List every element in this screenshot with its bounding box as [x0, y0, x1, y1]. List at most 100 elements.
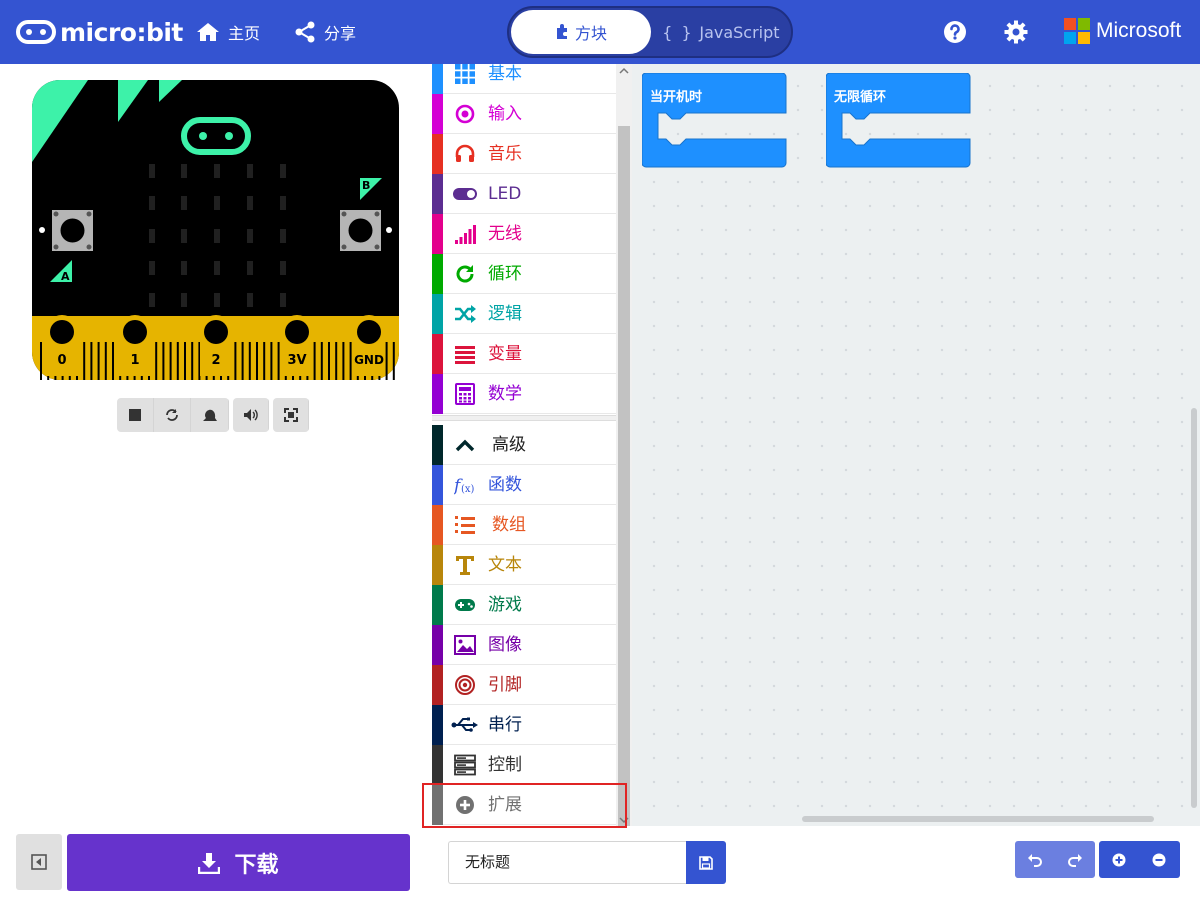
undo-button[interactable]: [1015, 841, 1055, 878]
category-loops[interactable]: 循环: [432, 254, 616, 294]
pin-label: 0: [57, 353, 66, 368]
category-label: 输入: [488, 104, 522, 124]
redo-icon: [1068, 853, 1082, 867]
category-text[interactable]: 文本: [432, 545, 616, 585]
puzzle-icon: [556, 24, 567, 39]
microsoft-brand[interactable]: Microsoft: [1064, 18, 1181, 44]
pin-1[interactable]: 1: [118, 315, 152, 376]
category-advanced[interactable]: 高级: [432, 425, 616, 465]
pin-gnd[interactable]: GND: [352, 315, 386, 376]
category-logic[interactable]: 逻辑: [432, 294, 616, 334]
category-label: 数组: [492, 515, 526, 535]
blocks-workspace[interactable]: 当开机时 无限循环: [632, 64, 1200, 826]
pin-label: 3V: [287, 353, 306, 368]
shuffle-icon: [455, 305, 476, 323]
button-a[interactable]: [52, 210, 93, 251]
blocks-mode-button[interactable]: 方块: [511, 10, 651, 54]
category-label: 逻辑: [488, 304, 522, 324]
led-1-1: [181, 196, 187, 210]
category-variables[interactable]: 变量: [432, 334, 616, 374]
category-extensions[interactable]: 扩展: [432, 785, 616, 825]
category-led[interactable]: LED: [432, 174, 616, 214]
speaker-icon: [243, 409, 258, 421]
category-label: 音乐: [488, 144, 522, 164]
brand-name: micro:bit: [60, 17, 183, 47]
brand-logo[interactable]: micro:bit: [16, 16, 183, 48]
undo-icon: [1028, 853, 1042, 867]
category-label: LED: [488, 184, 522, 204]
led-3-1: [181, 261, 187, 275]
javascript-mode-label: JavaScript: [699, 22, 780, 42]
category-functions[interactable]: f (x) 函数: [432, 465, 616, 505]
toolbox-scrollbar[interactable]: [616, 64, 632, 830]
save-button[interactable]: [686, 841, 726, 884]
pin-3v[interactable]: 3V: [280, 315, 314, 376]
usb-icon: [451, 717, 478, 732]
led-4-0: [149, 293, 155, 307]
stop-simulator-button[interactable]: [117, 398, 154, 432]
category-pins[interactable]: 引脚: [432, 665, 616, 705]
led-0-4: [280, 164, 286, 178]
category-control[interactable]: 控制: [432, 745, 616, 785]
on-start-block[interactable]: 当开机时: [642, 73, 788, 169]
workspace-vertical-scrollbar[interactable]: [1191, 408, 1197, 808]
headphones-icon: [455, 144, 475, 162]
share-button[interactable]: 分享: [294, 20, 356, 44]
slow-motion-button[interactable]: [191, 398, 229, 432]
led-1-2: [214, 196, 220, 210]
category-serial[interactable]: 串行: [432, 705, 616, 745]
forever-block[interactable]: 无限循环: [826, 73, 972, 169]
javascript-mode-button[interactable]: { } JavaScript: [653, 10, 789, 54]
led-1-4: [280, 196, 286, 210]
category-input[interactable]: 输入: [432, 94, 616, 134]
category-arrays[interactable]: 数组: [432, 505, 616, 545]
blocks-mode-label: 方块: [574, 24, 607, 43]
on-start-block-label: 当开机时: [650, 89, 702, 105]
category-images[interactable]: 图像: [432, 625, 616, 665]
collapse-simulator-button[interactable]: [16, 834, 62, 890]
restart-simulator-button[interactable]: [154, 398, 191, 432]
redo-button[interactable]: [1055, 841, 1095, 878]
category-music[interactable]: 音乐: [432, 134, 616, 174]
microbit-board[interactable]: A B 0 1 2 3V GND: [32, 80, 399, 380]
braces-icon: { }: [662, 22, 692, 42]
pin-2[interactable]: 2: [199, 315, 233, 376]
category-label: 数学: [488, 384, 522, 404]
simulator-toolbar: [117, 398, 313, 432]
microsoft-logo-icon: [1064, 18, 1090, 44]
workspace-horizontal-scrollbar[interactable]: [802, 816, 1154, 822]
category-label: 基本: [488, 64, 522, 84]
collapse-left-icon: [31, 854, 47, 870]
category-game[interactable]: 游戏: [432, 585, 616, 625]
led-2-4: [280, 229, 286, 243]
gear-icon[interactable]: [1004, 20, 1028, 44]
edge-connector-tooth: [104, 342, 107, 380]
signal-bars-icon: [455, 225, 476, 244]
pin-label: 1: [130, 353, 139, 368]
home-button[interactable]: 主页: [196, 20, 260, 44]
text-icon: [456, 556, 474, 575]
toolbox-scrollbar-thumb[interactable]: [618, 126, 630, 826]
lines-icon: [455, 346, 475, 364]
category-radio[interactable]: 无线: [432, 214, 616, 254]
zoom-out-button[interactable]: [1139, 841, 1179, 878]
led-4-4: [280, 293, 286, 307]
mute-button[interactable]: [233, 398, 269, 432]
download-button[interactable]: 下载: [67, 834, 410, 891]
category-math[interactable]: 数学: [432, 374, 616, 414]
download-label: 下载: [234, 852, 279, 878]
button-b[interactable]: [340, 210, 381, 251]
project-name-input[interactable]: 无标题: [448, 841, 686, 884]
category-label: 扩展: [488, 795, 522, 815]
fullscreen-button[interactable]: [273, 398, 309, 432]
refresh-icon: [166, 409, 178, 421]
zoom-in-button[interactable]: [1099, 841, 1139, 878]
snail-icon: [202, 409, 217, 421]
edge-connector-tooth: [320, 342, 323, 380]
led-4-1: [181, 293, 187, 307]
category-basic[interactable]: 基本: [432, 64, 616, 94]
pin-0[interactable]: 0: [45, 315, 79, 376]
help-icon[interactable]: [943, 20, 967, 44]
zoom-out-icon: [1152, 853, 1166, 866]
category-label: 游戏: [488, 595, 522, 615]
